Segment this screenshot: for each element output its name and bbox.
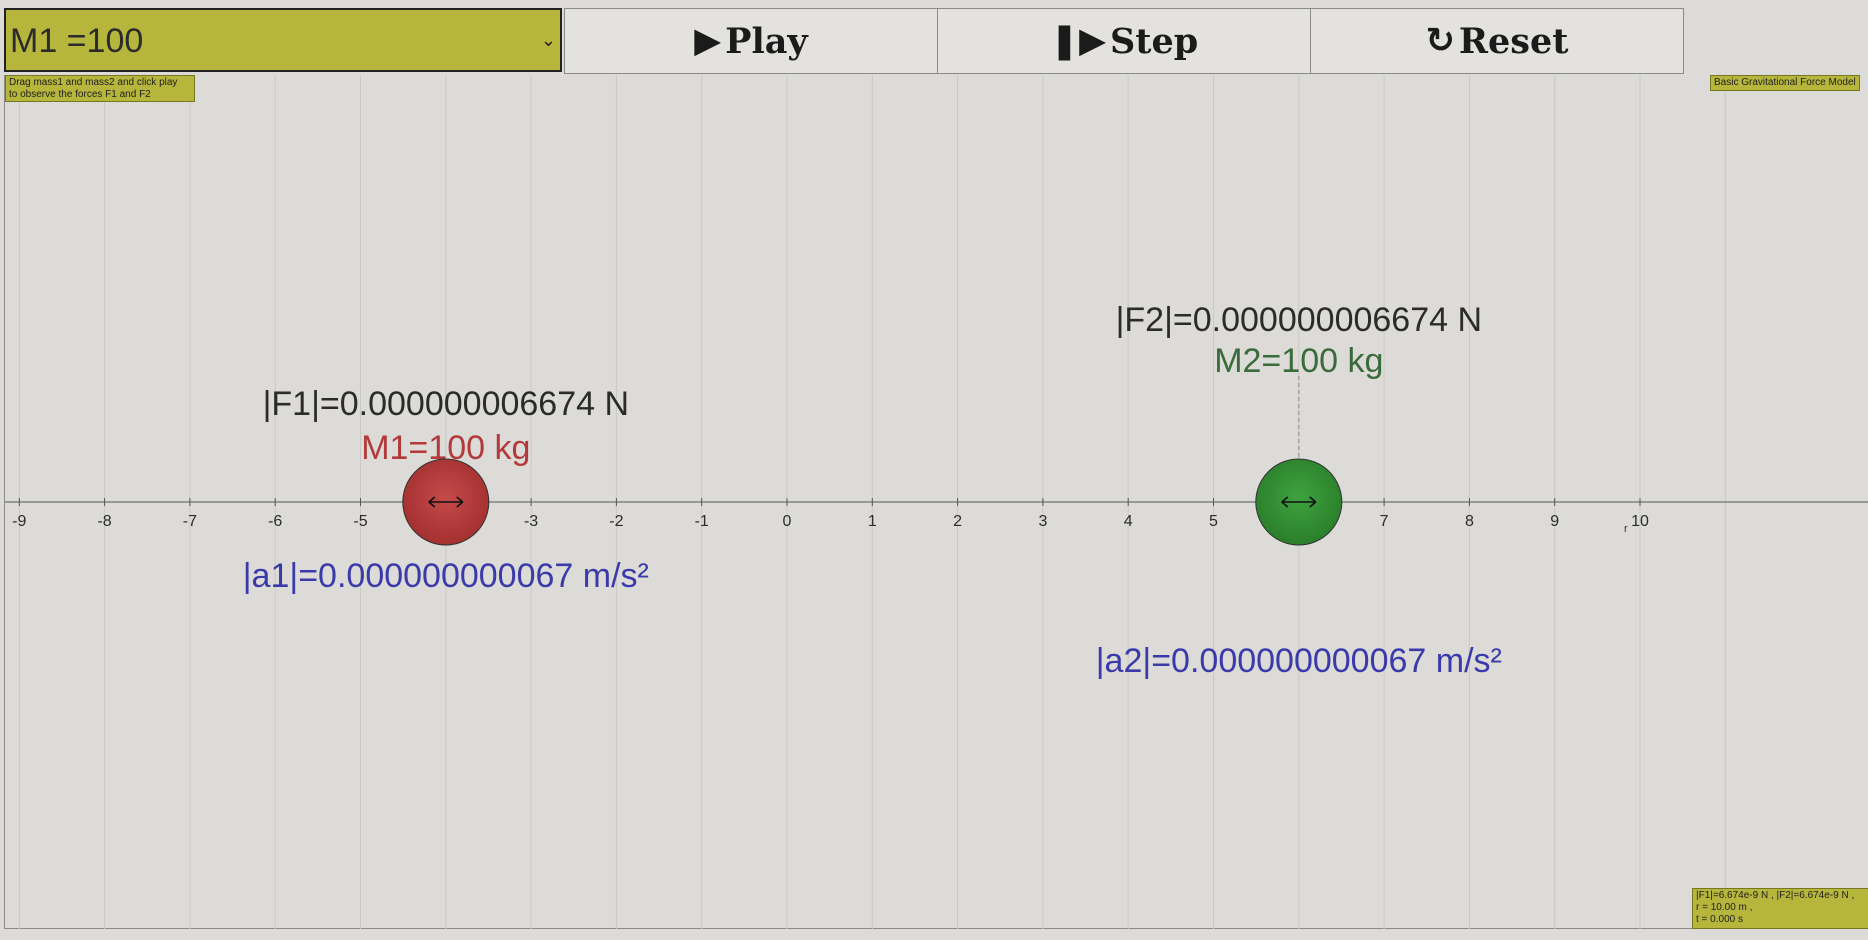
mass2-mass-label: M2=100 kg: [1214, 342, 1383, 380]
chevron-down-icon: ⌄: [540, 30, 556, 50]
play-label: Play: [725, 20, 808, 62]
axis-tick-label: 8: [1465, 513, 1474, 530]
stats-readout: |F1|=6.674e-9 N , |F2|=6.674e-9 N , r = …: [1692, 888, 1868, 929]
axis-tick-label: -6: [268, 513, 282, 530]
reset-icon: ↻: [1425, 21, 1455, 61]
mass2-acceleration-label: |a2|=0.000000000067 m/s²: [1096, 642, 1502, 680]
axis-tick-label: 5: [1209, 513, 1218, 530]
step-label: Step: [1110, 20, 1199, 62]
number-line-plot: -10-9-8-7-6-5-4-3-2-1012345678910r|F1|=0…: [5, 75, 1868, 929]
mass-select-value: M1 =100: [10, 22, 144, 60]
axis-tick-label: -8: [97, 513, 111, 530]
model-title-note: Basic Gravitational Force Model: [1710, 75, 1860, 91]
play-icon: ▶: [694, 21, 722, 61]
r-marker-label: r: [1624, 523, 1628, 535]
play-button[interactable]: ▶ Play: [564, 8, 938, 74]
toolbar: M1 =100 ⌄ ▶ Play ❚▶ Step ↻ Reset: [4, 8, 1684, 74]
axis-tick-label: 1: [868, 513, 877, 530]
reset-button[interactable]: ↻ Reset: [1310, 8, 1684, 74]
axis-tick-label: -1: [695, 513, 709, 530]
axis-tick-label: 3: [1038, 513, 1047, 530]
axis-tick-label: -2: [609, 513, 623, 530]
axis-tick-label: 4: [1124, 513, 1133, 530]
axis-tick-label: 0: [783, 513, 792, 530]
reset-label: Reset: [1458, 20, 1569, 62]
simulation-canvas[interactable]: -10-9-8-7-6-5-4-3-2-1012345678910r|F1|=0…: [4, 75, 1868, 929]
step-button[interactable]: ❚▶ Step: [937, 8, 1311, 74]
axis-tick-label: -3: [524, 513, 538, 530]
mass-select[interactable]: M1 =100 ⌄: [4, 8, 562, 72]
axis-tick-label: 7: [1380, 513, 1389, 530]
axis-tick-label: -5: [353, 513, 367, 530]
mass2-force-label: |F2|=0.000000006674 N: [1116, 301, 1482, 339]
axis-tick-label: 10: [1631, 513, 1649, 530]
axis-tick-label: -7: [183, 513, 197, 530]
mass1-force-label: |F1|=0.000000006674 N: [263, 385, 629, 423]
axis-tick-label: -9: [12, 513, 26, 530]
axis-tick-label: 2: [953, 513, 962, 530]
axis-tick-label: 9: [1550, 513, 1559, 530]
step-icon: ❚▶: [1049, 21, 1107, 61]
mass1-acceleration-label: |a1|=0.000000000067 m/s²: [243, 557, 649, 595]
instructions-note: Drag mass1 and mass2 and click play to o…: [5, 75, 195, 102]
